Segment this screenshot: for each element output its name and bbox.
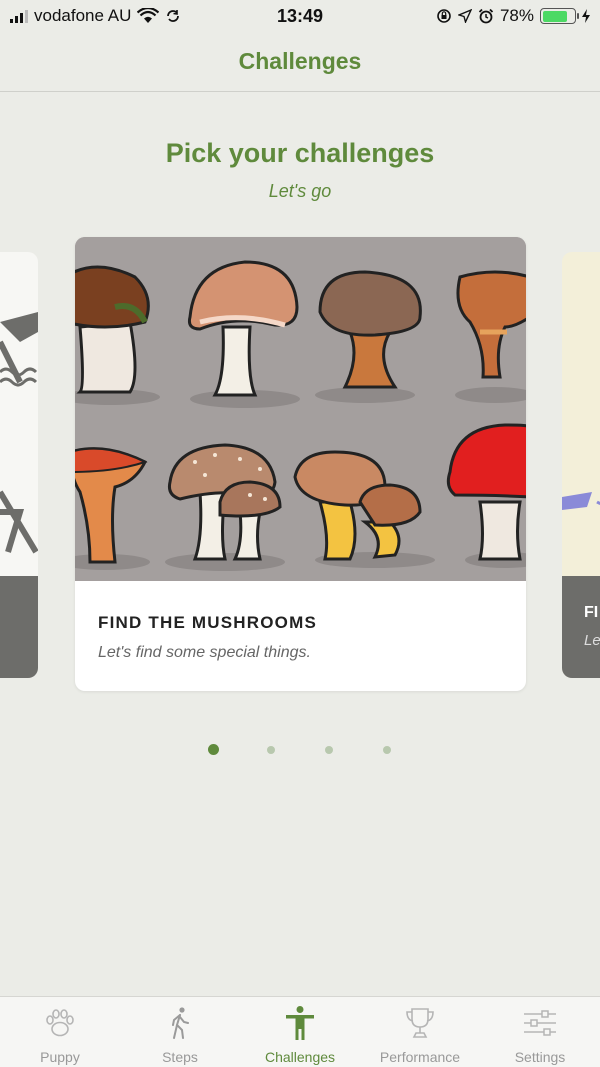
nav-title: Challenges bbox=[238, 48, 362, 74]
tab-label: Puppy bbox=[40, 1049, 80, 1065]
person-icon bbox=[286, 1006, 314, 1040]
challenge-title: FIND THE MUSHROOMS bbox=[98, 613, 317, 632]
signal-icon bbox=[10, 9, 28, 23]
page-dot[interactable] bbox=[267, 745, 275, 754]
tab-label: Performance bbox=[379, 1049, 461, 1065]
charging-icon bbox=[582, 9, 590, 23]
page-dot[interactable] bbox=[383, 745, 391, 754]
previous-challenge-card[interactable] bbox=[0, 252, 38, 678]
next-challenge-title: FI bbox=[584, 604, 599, 621]
next-challenge-subtitle: Le bbox=[584, 632, 600, 649]
next-challenge-card[interactable]: FI Le bbox=[562, 252, 600, 678]
tab-bar: Puppy Steps Challenges Performance Setti… bbox=[0, 996, 600, 1067]
sync-icon bbox=[167, 10, 180, 22]
challenge-subtitle: Let's find some special things. bbox=[98, 644, 311, 661]
battery-icon bbox=[540, 8, 579, 24]
page-dot[interactable] bbox=[208, 744, 219, 755]
challenge-illustration bbox=[0, 312, 38, 554]
card-caption-area bbox=[0, 576, 38, 678]
sliders-icon bbox=[524, 1010, 556, 1036]
page-indicator[interactable] bbox=[0, 744, 600, 756]
trophy-icon bbox=[406, 1008, 434, 1038]
tab-challenges[interactable]: Challenges bbox=[240, 997, 360, 1067]
page-subtitle: Let's go bbox=[268, 181, 332, 201]
tab-settings[interactable]: Settings bbox=[480, 997, 600, 1067]
tab-performance[interactable]: Performance bbox=[360, 997, 480, 1067]
challenge-illustration bbox=[562, 492, 600, 510]
tab-label: Settings bbox=[514, 1049, 566, 1065]
page-title: Pick your challenges bbox=[165, 138, 435, 168]
wifi-icon bbox=[137, 8, 160, 23]
tab-puppy[interactable]: Puppy bbox=[0, 997, 120, 1067]
tab-label: Challenges bbox=[264, 1049, 336, 1065]
page-heading: Pick your challenges Let's go bbox=[0, 138, 600, 202]
walking-icon bbox=[172, 1007, 189, 1039]
alarm-icon bbox=[478, 8, 494, 24]
location-icon bbox=[457, 9, 472, 23]
navigation-bar: Challenges bbox=[0, 32, 600, 92]
rotation-lock-icon bbox=[437, 9, 451, 23]
paw-icon bbox=[46, 1009, 74, 1037]
tab-label: Steps bbox=[162, 1049, 198, 1065]
card-caption-area bbox=[562, 576, 600, 678]
mushrooms-illustration bbox=[75, 237, 526, 581]
challenge-card[interactable]: FIND THE MUSHROOMS Let's find some speci… bbox=[75, 237, 526, 691]
tab-steps[interactable]: Steps bbox=[120, 997, 240, 1067]
battery-percent: 78% bbox=[499, 6, 534, 25]
page-dot[interactable] bbox=[325, 745, 333, 754]
carrier-name: vodafone AU bbox=[34, 6, 132, 25]
status-bar: vodafone AU 13:49 78% bbox=[0, 0, 600, 32]
